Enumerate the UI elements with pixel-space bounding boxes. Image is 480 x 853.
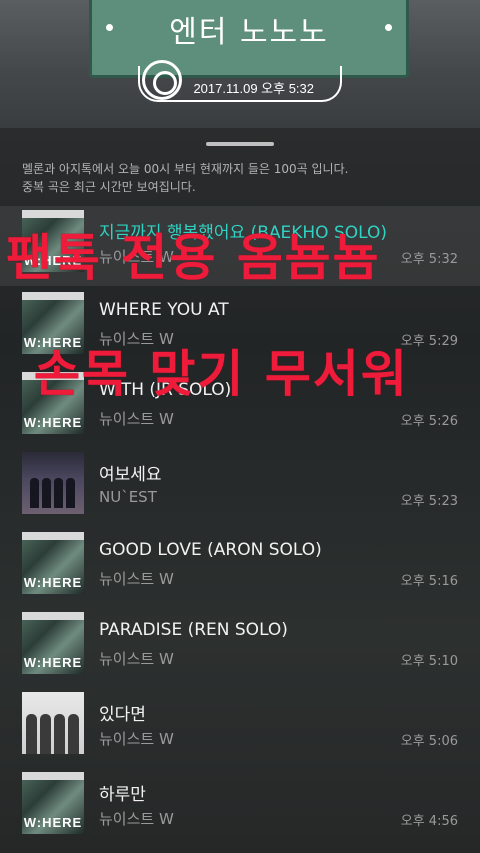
album-art: W:HERE [22,772,84,834]
song-time: 오후 5:23 [400,494,458,509]
song-time: 오후 5:29 [400,334,458,349]
disc-icon [142,60,182,100]
timestamp-pill: 2017.11.09 오후 5:32 [138,60,342,102]
timestamp-text: 2017.11.09 오후 5:32 [193,80,314,96]
song-row[interactable]: W:HERE GOOD LOVE (ARON SOLO) 뉴이스트 W 오후 5… [0,528,480,608]
song-title: 있다면 [99,705,146,725]
album-art-text: W:HERE [23,655,83,670]
notice-line-2: 중복 곡은 최근 시간만 보여집니다. [22,180,196,194]
album-art-text: W:HERE [23,415,83,430]
song-row[interactable]: W:HERE WHERE YOU AT 뉴이스트 W 오후 5:29 [0,288,480,368]
album-art-text: W:HERE [23,815,83,830]
song-row[interactable]: 있다면 뉴이스트 W 오후 5:06 [0,688,480,768]
album-art: W:HERE [22,372,84,434]
song-artist: 뉴이스트 W [99,248,174,266]
banner-dot-right [385,24,392,31]
header-area: 엔터 노노노 2017.11.09 오후 5:32 [0,0,480,128]
album-art-text: W:HERE [23,253,83,268]
song-time: 오후 5:06 [400,734,458,749]
song-title: 하루만 [99,785,146,805]
song-title: 여보세요 [99,465,162,485]
album-art [22,452,84,514]
album-art [22,692,84,754]
album-art-text: W:HERE [23,575,83,590]
album-art-text: W:HERE [23,335,83,350]
song-time: 오후 4:56 [400,814,458,829]
song-row[interactable]: W:HERE 지금까지 행복했어요 (BAEKHO SOLO) 뉴이스트 W 오… [0,206,480,286]
song-row[interactable]: W:HERE PARADISE (REN SOLO) 뉴이스트 W 오후 5:1… [0,608,480,688]
song-list-panel[interactable]: 멜론과 아지톡에서 오늘 00시 부터 현재까지 들은 100곡 입니다. 중복… [0,128,480,853]
song-row[interactable]: 여보세요 NU`EST 오후 5:23 [0,448,480,528]
song-artist: 뉴이스트 W [99,650,174,668]
song-time: 오후 5:26 [400,414,458,429]
song-row[interactable]: W:HERE 하루만 뉴이스트 W 오후 4:56 [0,768,480,848]
notice-text: 멜론과 아지톡에서 오늘 00시 부터 현재까지 들은 100곡 입니다. 중복… [22,160,462,196]
song-artist: 뉴이스트 W [99,810,174,828]
song-artist: 뉴이스트 W [99,570,174,588]
song-title: GOOD LOVE (ARON SOLO) [99,540,322,560]
album-art: W:HERE [22,210,84,272]
song-title: PARADISE (REN SOLO) [99,620,288,640]
album-art: W:HERE [22,612,84,674]
song-artist: 뉴이스트 W [99,410,174,428]
song-title: WITH (JR SOLO) [99,380,232,400]
song-time: 오후 5:10 [400,654,458,669]
banner-title: 엔터 노노노 [169,14,329,50]
song-title: WHERE YOU AT [99,300,229,320]
album-art: W:HERE [22,532,84,594]
song-title: 지금까지 행복했어요 (BAEKHO SOLO) [99,223,387,243]
notice-line-1: 멜론과 아지톡에서 오늘 00시 부터 현재까지 들은 100곡 입니다. [22,162,349,176]
banner-dot-left [106,24,113,31]
drag-handle[interactable] [206,142,274,146]
song-time: 오후 5:32 [400,252,458,267]
song-time: 오후 5:16 [400,574,458,589]
song-artist: NU`EST [99,488,157,506]
album-art: W:HERE [22,292,84,354]
song-artist: 뉴이스트 W [99,730,174,748]
song-artist: 뉴이스트 W [99,330,174,348]
song-row[interactable]: W:HERE WITH (JR SOLO) 뉴이스트 W 오후 5:26 [0,368,480,448]
